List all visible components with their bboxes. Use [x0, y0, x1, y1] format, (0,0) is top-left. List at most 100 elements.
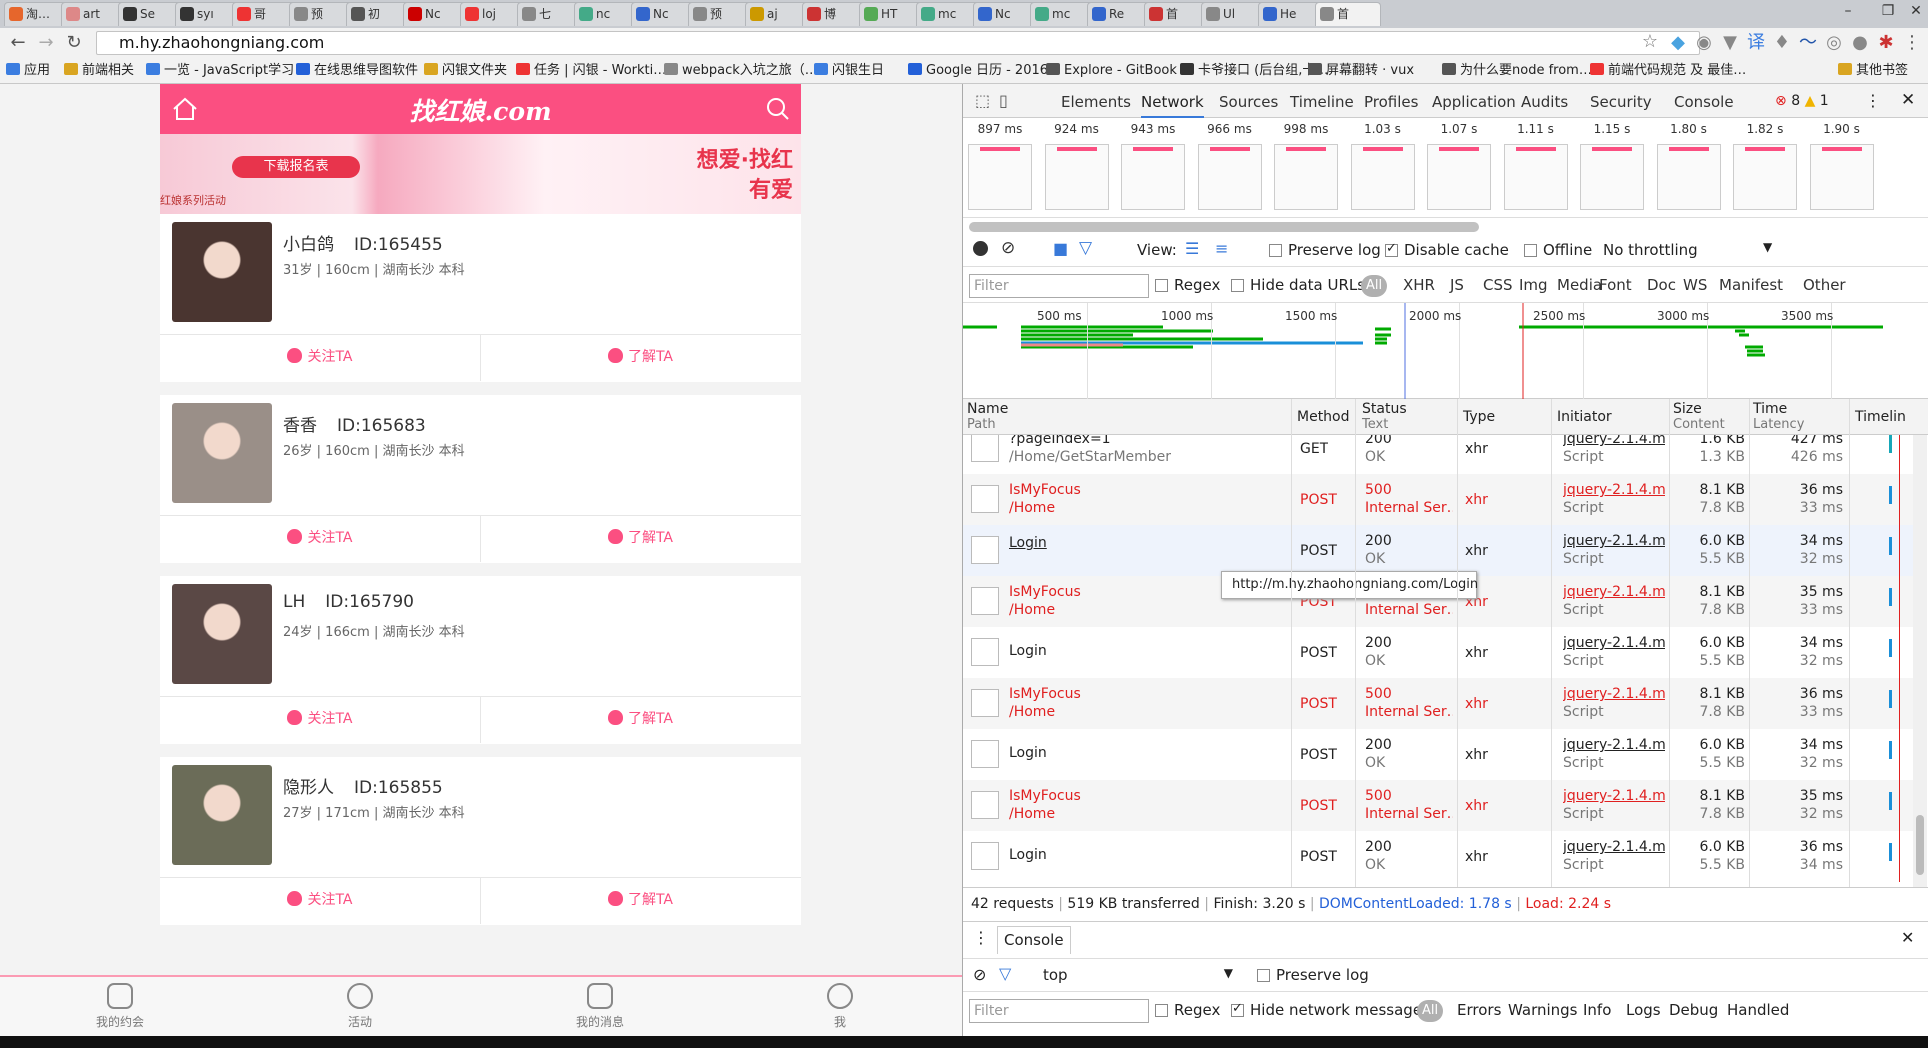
console-regex-checkbox[interactable]: Regex — [1155, 1001, 1220, 1019]
column-header[interactable]: Initiator — [1557, 409, 1612, 425]
promo-banner[interactable]: 红娘系列活动 下载报名表 想爱·找红 有爱 — [160, 134, 801, 214]
table-row[interactable]: Login POST 200 OK xhr jquery-2.1.4.mi… Script 6… — [963, 831, 1913, 882]
context-select[interactable]: top ▼ — [1043, 966, 1233, 984]
bookmark-item[interactable]: 任务 | 闪银 - Workti… — [516, 61, 666, 81]
bookmark-item[interactable]: 前端代码规范 及 最佳… — [1590, 61, 1746, 81]
search-icon[interactable] — [765, 96, 791, 122]
waterfall-icon[interactable]: ≡ — [1215, 239, 1228, 258]
console-preserve-log-checkbox[interactable]: Preserve log — [1257, 966, 1369, 984]
bookmark-item[interactable]: 卡爷接口 (后台组,卡… — [1180, 61, 1328, 81]
filter-type-button[interactable]: Other — [1803, 276, 1846, 294]
console-filter-input[interactable]: Filter — [969, 999, 1149, 1023]
filter-input[interactable]: Filter — [969, 274, 1149, 298]
hide-data-urls-checkbox[interactable]: Hide data URLs — [1231, 276, 1365, 294]
devtools-tab[interactable]: Network — [1141, 93, 1204, 118]
member-avatar[interactable] — [172, 765, 272, 865]
devtools-tab[interactable]: Elements — [1061, 93, 1131, 111]
nav-item[interactable]: 我的约会 — [70, 983, 170, 1030]
inspect-icon[interactable]: ⬚ — [975, 91, 990, 110]
extension-icon[interactable]: ✱ — [1874, 32, 1898, 54]
close-window-icon[interactable]: ✕ — [1896, 0, 1928, 24]
filter-type-button[interactable]: CSS — [1483, 276, 1513, 294]
filter-type-button[interactable]: Font — [1599, 276, 1632, 294]
table-row[interactable]: Login POST 200 OK xhr jquery-2.1.4.mi… Script 6… — [963, 627, 1913, 678]
log-level-button[interactable]: Handled — [1727, 1001, 1789, 1019]
error-count[interactable]: ⊗ 8 ▲ 1 — [1775, 93, 1829, 109]
learn-more-button[interactable]: 了解TA — [480, 878, 800, 924]
bookmark-item[interactable]: 为什么要node from… — [1442, 61, 1592, 81]
large-rows-icon[interactable]: ☰ — [1185, 239, 1199, 258]
column-header[interactable]: Type — [1463, 409, 1495, 425]
filter-all-button[interactable]: All — [1361, 275, 1387, 297]
download-form-button[interactable]: 下载报名表 — [232, 156, 360, 178]
nav-item[interactable]: 我的消息 — [550, 983, 650, 1030]
extension-icon[interactable]: ◆ — [1666, 32, 1690, 54]
nav-item[interactable]: 活动 — [310, 983, 410, 1030]
bookmark-item[interactable]: 闪银生日 — [814, 61, 884, 81]
extension-icon[interactable]: ◎ — [1822, 32, 1846, 54]
filmstrip-frame[interactable]: 966 ms — [1197, 118, 1263, 210]
filmstrip-frame[interactable]: 1.80 s — [1656, 118, 1722, 210]
bookmark-item[interactable]: 应用 — [6, 61, 50, 81]
min-icon[interactable]: – — [1828, 0, 1868, 24]
offline-checkbox[interactable]: Offline — [1524, 241, 1592, 259]
filmstrip-frame[interactable]: 998 ms — [1273, 118, 1339, 210]
preserve-log-checkbox[interactable]: Preserve log — [1269, 241, 1381, 259]
filmstrip-frame[interactable]: 1.90 s — [1809, 118, 1875, 210]
learn-more-button[interactable]: 了解TA — [480, 516, 800, 562]
extension-icon[interactable]: ● — [1848, 32, 1872, 54]
column-header[interactable]: Time Latency — [1753, 401, 1804, 433]
bookmark-item[interactable]: 前端相关 — [64, 61, 134, 81]
filter-type-button[interactable]: JS — [1450, 276, 1464, 294]
table-row[interactable]: Login POST 200 OK xhr jquery-2.1.4.mi… Script 6… — [963, 729, 1913, 780]
filter-type-button[interactable]: XHR — [1403, 276, 1435, 294]
scrollbar-thumb[interactable] — [1916, 815, 1924, 875]
drawer-menu-icon[interactable]: ⋮ — [973, 928, 989, 947]
filter-type-button[interactable]: Media — [1557, 276, 1602, 294]
bookmark-item[interactable]: 一览 - JavaScript学习 — [146, 61, 294, 81]
follow-button[interactable]: 关注TA — [160, 697, 480, 743]
follow-button[interactable]: 关注TA — [160, 516, 480, 562]
devtools-tab[interactable]: Timeline — [1290, 93, 1354, 111]
filter-type-button[interactable]: WS — [1683, 276, 1707, 294]
regex-checkbox[interactable]: Regex — [1155, 276, 1220, 294]
filmstrip-frame[interactable]: 1.03 s — [1350, 118, 1416, 210]
learn-more-button[interactable]: 了解TA — [480, 335, 800, 381]
bookmark-item[interactable]: Explore - GitBook — [1046, 61, 1177, 81]
bookmark-item[interactable]: 屏幕翻转 · vux — [1308, 61, 1414, 81]
filmstrip-frame[interactable]: 897 ms — [967, 118, 1033, 210]
bookmark-item[interactable]: Google 日历 - 2016… — [908, 61, 1061, 81]
log-level-button[interactable]: Debug — [1669, 1001, 1718, 1019]
filter-type-button[interactable]: Doc — [1647, 276, 1676, 294]
log-level-button[interactable]: Errors — [1457, 1001, 1501, 1019]
browser-tab[interactable]: 首 — [1315, 2, 1381, 26]
learn-more-button[interactable]: 了解TA — [480, 697, 800, 743]
filter-icon[interactable]: ▽ — [999, 964, 1011, 983]
filmstrip-frame[interactable]: 943 ms — [1120, 118, 1186, 210]
clear-icon[interactable]: ⊘ — [1001, 238, 1015, 258]
device-icon[interactable]: ▯ — [999, 91, 1008, 110]
camera-icon[interactable]: ■ — [1053, 239, 1068, 258]
devtools-tab[interactable]: Sources — [1219, 93, 1278, 111]
devtools-tab[interactable]: Profiles — [1364, 93, 1418, 111]
table-row[interactable]: Login POST 200 OK xhr jquery-2.1.4.mi… Script 6… — [963, 525, 1913, 576]
extension-icon[interactable]: ♦ — [1770, 32, 1794, 54]
bookmark-item[interactable]: webpack入坑之旅（… — [664, 61, 818, 81]
follow-button[interactable]: 关注TA — [160, 878, 480, 924]
devtools-tab[interactable]: Security — [1590, 93, 1652, 111]
extension-icon[interactable]: 〜 — [1796, 32, 1820, 54]
filter-type-button[interactable]: Img — [1519, 276, 1548, 294]
column-header[interactable]: Size Content — [1673, 401, 1725, 433]
record-icon[interactable] — [973, 241, 988, 256]
column-header[interactable]: Timelin — [1855, 409, 1906, 425]
filmstrip-frame[interactable]: 1.82 s — [1732, 118, 1798, 210]
close-drawer-icon[interactable]: ✕ — [1901, 928, 1914, 947]
table-row[interactable]: IsMyFocus/Home POST 500 Internal Ser… xhr jqu… — [963, 780, 1913, 831]
filmstrip-scrollbar[interactable] — [969, 222, 1479, 232]
table-row[interactable]: IsMyFocus/Home POST 500 Internal Ser… xhr jqu… — [963, 678, 1913, 729]
forward-icon[interactable]: → — [34, 32, 58, 54]
bookmark-item[interactable]: 闪银文件夹 — [424, 61, 507, 81]
devtools-tab[interactable]: Audits — [1521, 93, 1568, 111]
column-header[interactable]: Method — [1297, 409, 1350, 425]
back-icon[interactable]: ← — [6, 32, 30, 54]
